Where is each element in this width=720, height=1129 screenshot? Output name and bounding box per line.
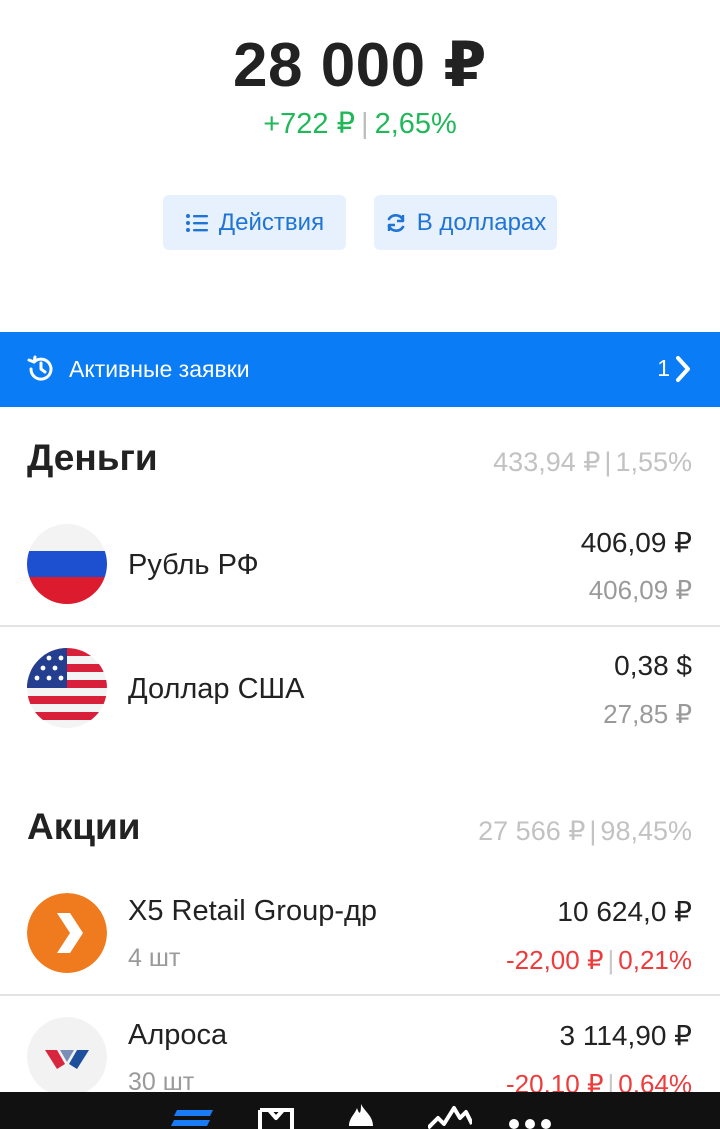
russia-flag-icon [27, 524, 107, 604]
stock-row-quantity: 4 шт [128, 944, 181, 972]
stocks-section-sum: 27 566 ₽ | 98,45% [478, 816, 692, 847]
money-row-value-rub: 27,85 ₽ [603, 699, 692, 729]
bottom-tab-bar [0, 1092, 720, 1129]
stock-change-percent: 0,21% [618, 945, 692, 975]
money-sum-separator: | [604, 447, 612, 477]
stock-change-absolute: -22,00 ₽ [506, 945, 604, 975]
stock-row-value: 3 114,90 ₽ [559, 1020, 692, 1051]
active-orders-count: 1 [657, 355, 670, 381]
money-row-name: Рубль РФ [128, 549, 259, 581]
stock-row-x5[interactable]: X5 Retail Group-др 4 шт 10 624,0 ₽ -22,0… [0, 871, 720, 995]
money-row-rub[interactable]: Рубль РФ 406,09 ₽ 406,09 ₽ [0, 502, 720, 626]
in-dollars-button[interactable]: В долларах [374, 195, 557, 250]
change-separator: | [361, 108, 369, 140]
market-icon[interactable] [428, 1104, 472, 1129]
stock-row-name: Алроса [128, 1019, 228, 1051]
active-orders-label: Активные заявки [69, 356, 250, 382]
showcase-icon[interactable] [258, 1108, 294, 1129]
money-section-sum: 433,94 ₽ | 1,55% [493, 447, 692, 478]
money-row-value: 406,09 ₽ [580, 527, 692, 558]
stock-row-value: 10 624,0 ₽ [557, 896, 692, 927]
money-row-name: Доллар США [128, 673, 305, 705]
money-row-usd[interactable]: Доллар США 0,38 $ 27,85 ₽ [0, 626, 720, 750]
refresh-icon [387, 213, 405, 232]
alrosa-logo-icon [27, 1017, 107, 1097]
chevron-right-icon [676, 356, 690, 382]
portfolio-change: +722 ₽ | 2,65% [0, 106, 720, 141]
portfolio-icon[interactable] [171, 1110, 213, 1129]
stock-row-change: -22,00 ₽ | 0,21% [506, 945, 692, 976]
stocks-sum-separator: | [589, 816, 597, 846]
active-orders-bar[interactable]: Активные заявки 1 [0, 332, 720, 407]
stock-change-separator: | [607, 945, 615, 975]
history-clock-icon [27, 355, 53, 381]
stocks-section-title: Акции [27, 806, 141, 847]
list-icon [185, 213, 208, 232]
money-row-value: 0,38 $ [614, 650, 692, 681]
stocks-sum-percent: 98,45% [600, 816, 692, 846]
usa-flag-icon [27, 648, 107, 728]
actions-button-label: Действия [218, 208, 325, 236]
stock-row-name: X5 Retail Group-др [128, 895, 378, 927]
more-icon[interactable] [508, 1118, 552, 1129]
hot-icon[interactable] [345, 1104, 377, 1129]
x5-logo-icon [27, 893, 107, 973]
money-sum-percent: 1,55% [615, 447, 692, 477]
portfolio-header: 28 000 ₽ +722 ₽ | 2,65% Действия В доллара… [0, 0, 720, 332]
money-section-title: Деньги [27, 437, 158, 478]
portfolio-total: 28 000 ₽ [233, 31, 487, 100]
change-percent: 2,65% [374, 108, 457, 140]
money-row-value-rub: 406,09 ₽ [588, 575, 692, 605]
change-absolute: +722 ₽ [263, 108, 356, 140]
actions-button[interactable]: Действия [163, 195, 346, 250]
in-dollars-button-label: В долларах [416, 208, 547, 236]
stocks-sum-value: 27 566 ₽ [478, 816, 586, 846]
money-sum-value: 433,94 ₽ [493, 447, 601, 477]
